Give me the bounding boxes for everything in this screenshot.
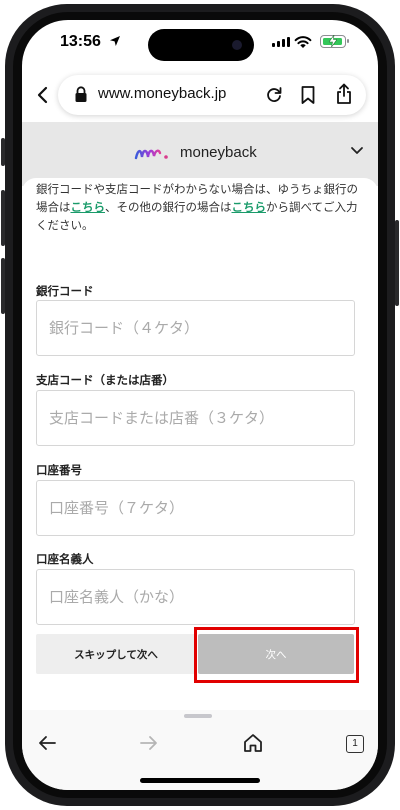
status-bar: 13:56 xyxy=(22,20,378,70)
branch-code-label: 支店コード（または店番） xyxy=(36,373,174,387)
wifi-icon xyxy=(294,36,312,48)
url-text: www.moneyback.jp xyxy=(98,85,227,102)
location-arrow-icon xyxy=(110,36,120,46)
next-button-highlight xyxy=(194,627,359,683)
moneyback-logo-mark-icon xyxy=(134,149,168,159)
screen: 13:56 www.moneyback.jp moneyback 銀行コードや支… xyxy=(22,20,378,790)
browser-back-chevron-icon[interactable] xyxy=(32,84,54,106)
intro-text: 銀行コードや支店コードがわからない場合は、ゆうちょ銀行の場合はこちら、その他の銀… xyxy=(36,180,366,234)
site-header: moneyback xyxy=(22,122,378,186)
url-field[interactable]: www.moneyback.jp xyxy=(58,75,366,115)
action-button xyxy=(1,138,5,166)
skip-button[interactable]: スキップして次へ xyxy=(36,634,196,674)
account-name-label: 口座名義人 xyxy=(36,552,94,566)
account-number-input[interactable]: 口座番号（７ケタ） xyxy=(36,480,355,536)
forward-arrow-icon[interactable] xyxy=(138,732,160,754)
power-button xyxy=(395,220,399,306)
intro-text-part: 、その他の銀行の場合は xyxy=(105,200,232,214)
branch-code-input[interactable]: 支店コードまたは店番（３ケタ） xyxy=(36,390,355,446)
moneyback-logo[interactable]: moneyback xyxy=(134,144,257,161)
home-indicator xyxy=(140,778,260,783)
volume-up-button xyxy=(1,190,5,246)
logo-text: moneyback xyxy=(180,144,257,161)
back-arrow-icon[interactable] xyxy=(36,732,58,754)
toolbar-grabber[interactable] xyxy=(184,714,212,718)
front-camera-icon xyxy=(232,40,242,50)
tabs-button[interactable]: 1 xyxy=(346,735,364,753)
other-bank-link[interactable]: こちら xyxy=(232,200,267,214)
charging-bolt-icon xyxy=(329,35,337,47)
reload-icon[interactable] xyxy=(264,85,284,105)
battery-cap xyxy=(347,39,349,43)
account-number-label: 口座番号 xyxy=(36,463,82,477)
share-icon[interactable] xyxy=(334,83,354,105)
yucho-bank-link[interactable]: こちら xyxy=(71,200,106,214)
bookmark-icon[interactable] xyxy=(300,85,316,105)
lock-icon xyxy=(75,86,87,102)
dynamic-island xyxy=(148,29,254,61)
bank-code-label: 銀行コード xyxy=(36,284,94,298)
cellular-signal-icon xyxy=(272,37,290,47)
volume-down-button xyxy=(1,258,5,314)
account-name-input[interactable]: 口座名義人（かな） xyxy=(36,569,355,625)
bank-code-input[interactable]: 銀行コード（４ケタ） xyxy=(36,300,355,356)
home-icon[interactable] xyxy=(243,732,263,754)
browser-address-bar: www.moneyback.jp xyxy=(22,72,378,122)
battery-icon xyxy=(320,35,349,48)
chevron-down-icon[interactable] xyxy=(350,146,364,156)
status-time: 13:56 xyxy=(60,33,101,50)
